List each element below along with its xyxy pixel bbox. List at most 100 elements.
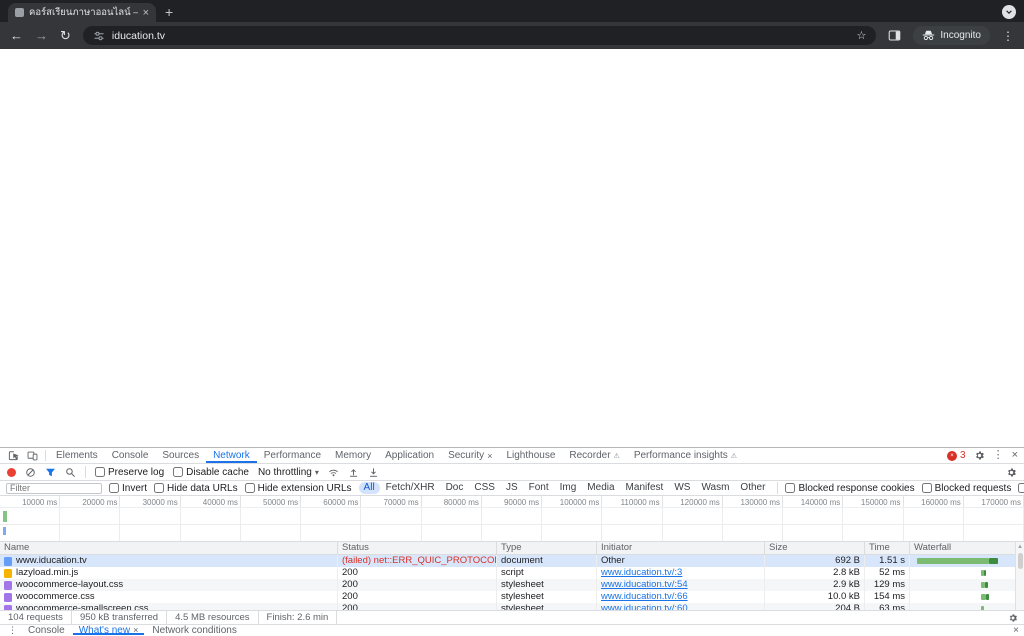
request-name-cell[interactable]: woocommerce-smallscreen.css (0, 603, 338, 610)
summary-item: 104 requests (0, 611, 72, 624)
devtools-tab[interactable]: Lighthouse (499, 448, 562, 463)
column-header-name[interactable]: Name (0, 542, 338, 554)
table-row[interactable]: woocommerce-layout.css 200 stylesheet ww… (0, 579, 1024, 591)
request-initiator-cell: www.iducation.tv/:54 (597, 579, 765, 591)
clear-icon[interactable] (25, 467, 36, 478)
network-settings-icon[interactable] (1006, 467, 1017, 478)
filter-icon[interactable] (45, 467, 56, 478)
request-name-cell[interactable]: www.iducation.tv (0, 555, 338, 567)
resource-filter-pill[interactable]: Manifest (621, 482, 669, 494)
throttling-dropdown[interactable]: No throttling ▾ (258, 467, 319, 478)
request-name-cell[interactable]: lazyload.min.js (0, 567, 338, 579)
devtools-tab[interactable]: Sources (155, 448, 206, 463)
table-row[interactable]: woocommerce-smallscreen.css 200 styleshe… (0, 603, 1024, 610)
resource-filter-pill[interactable]: Font (524, 482, 554, 494)
third-party-checkbox[interactable]: 3rd-party requests (1018, 483, 1024, 494)
column-header-size[interactable]: Size (765, 542, 865, 554)
column-header-initiator[interactable]: Initiator (597, 542, 765, 554)
resource-filter-pill[interactable]: JS (501, 482, 523, 494)
devtools-tab[interactable]: Performance insights ⚠ (627, 448, 744, 463)
bookmark-star-icon[interactable]: ☆ (857, 29, 867, 42)
omnibox[interactable]: iducation.tv ☆ (82, 26, 877, 45)
hide-extension-urls-checkbox[interactable]: Hide extension URLs (244, 483, 352, 494)
browser-menu-icon[interactable]: ⋮ (1002, 29, 1014, 43)
device-toolbar-icon[interactable] (23, 448, 42, 463)
resource-filter-pill[interactable]: Doc (441, 482, 469, 494)
drawer-close-icon[interactable]: × (1013, 625, 1019, 636)
devtools-tab[interactable]: Performance (257, 448, 328, 463)
table-row[interactable]: lazyload.min.js 200 script www.iducation… (0, 567, 1024, 579)
devtools-tab[interactable]: Recorder ⚠ (562, 448, 626, 463)
devtools-tab[interactable]: Network (206, 448, 257, 463)
invert-checkbox[interactable]: Invert (109, 483, 147, 494)
column-header-status[interactable]: Status (338, 542, 497, 554)
devtools-tab[interactable]: Elements (49, 448, 105, 463)
devtools-menu-icon[interactable]: ⋮ (993, 450, 1004, 461)
network-conditions-icon[interactable] (328, 467, 339, 478)
initiator-link[interactable]: www.iducation.tv/:3 (601, 567, 682, 578)
summary-item: 4.5 MB resources (167, 611, 259, 624)
request-name-cell[interactable]: woocommerce-layout.css (0, 579, 338, 591)
url-text[interactable]: iducation.tv (112, 30, 165, 42)
initiator-link[interactable]: www.iducation.tv/:54 (601, 579, 688, 590)
request-size-cell: 204 B (765, 603, 865, 610)
resource-filter-pill[interactable]: Media (582, 482, 619, 494)
initiator-link[interactable]: www.iducation.tv/:60 (601, 603, 688, 610)
request-name-cell[interactable]: woocommerce.css (0, 591, 338, 603)
reload-button[interactable]: ↻ (60, 29, 71, 42)
initiator-link[interactable]: Other (601, 555, 625, 566)
resource-filter-pill[interactable]: Fetch/XHR (381, 482, 440, 494)
blocked-requests-checkbox[interactable]: Blocked requests (921, 483, 1011, 494)
devtools-tab[interactable]: Console (105, 448, 156, 463)
table-scrollbar[interactable]: ▲ (1015, 542, 1024, 610)
initiator-link[interactable]: www.iducation.tv/:66 (601, 591, 688, 602)
filter-input[interactable] (6, 482, 102, 494)
tab-search-button[interactable] (1002, 5, 1016, 19)
devtools-settings-icon[interactable] (974, 450, 985, 461)
table-row[interactable]: www.iducation.tv (failed) net::ERR_QUIC_… (0, 555, 1024, 567)
devtools-tab[interactable]: Security × (441, 448, 499, 463)
column-header-waterfall[interactable]: Waterfall (910, 542, 1024, 554)
close-tab-icon[interactable]: × (133, 625, 138, 635)
resource-filter-pill[interactable]: Other (735, 482, 770, 494)
drawer-menu-icon[interactable]: ⋮ (5, 625, 20, 636)
tab-close-icon[interactable]: × (143, 7, 149, 19)
side-panel-icon[interactable] (888, 29, 901, 42)
column-header-time[interactable]: Time (865, 542, 910, 554)
disable-cache-checkbox[interactable]: Disable cache (173, 467, 249, 478)
new-tab-button[interactable]: + (165, 5, 173, 19)
address-toolbar: ← → ↻ iducation.tv ☆ Incognito ⋮ (0, 22, 1024, 49)
devtools-tab[interactable]: Memory (328, 448, 378, 463)
scroll-up-icon[interactable]: ▲ (1017, 544, 1023, 550)
back-button[interactable]: ← (10, 29, 23, 42)
resource-filter-pill[interactable]: Wasm (696, 482, 734, 494)
resource-filter-pill[interactable]: WS (669, 482, 695, 494)
close-tab-icon[interactable]: × (487, 451, 492, 461)
drawer-tab[interactable]: Network conditions (146, 625, 242, 636)
browser-tab[interactable]: คอร์สเรียนภาษาออนไลน์ – สถาบ × (8, 3, 156, 22)
column-header-type[interactable]: Type (497, 542, 597, 554)
search-icon[interactable] (65, 467, 76, 478)
site-info-icon[interactable] (93, 30, 105, 42)
preserve-log-checkbox[interactable]: Preserve log (95, 467, 164, 478)
devtools-tab[interactable]: Application (378, 448, 441, 463)
export-har-icon[interactable] (368, 467, 379, 478)
resource-filter-pill[interactable]: All (358, 482, 380, 494)
resource-filter-pill[interactable]: CSS (469, 482, 500, 494)
devtools-tab-label: Recorder (569, 450, 611, 461)
drawer-tab[interactable]: What's new × (73, 625, 145, 636)
network-overview[interactable]: 10000 ms 20000 ms 30000 ms 40000 ms 5000… (0, 496, 1024, 542)
scrollbar-thumb[interactable] (1017, 553, 1023, 569)
import-har-icon[interactable] (348, 467, 359, 478)
forward-button[interactable]: → (35, 29, 48, 42)
resource-filter-pill[interactable]: Img (555, 482, 582, 494)
blocked-cookies-checkbox[interactable]: Blocked response cookies (785, 483, 915, 494)
hide-data-urls-checkbox[interactable]: Hide data URLs (154, 483, 238, 494)
console-error-badge[interactable]: × 3 (947, 450, 966, 461)
table-row[interactable]: woocommerce.css 200 stylesheet www.iduca… (0, 591, 1024, 603)
drawer-tab[interactable]: Console (22, 625, 71, 636)
settings-gear-icon[interactable] (1008, 613, 1018, 623)
inspect-element-icon[interactable] (4, 448, 23, 463)
devtools-close-icon[interactable]: × (1012, 450, 1018, 461)
record-button[interactable] (7, 467, 16, 477)
